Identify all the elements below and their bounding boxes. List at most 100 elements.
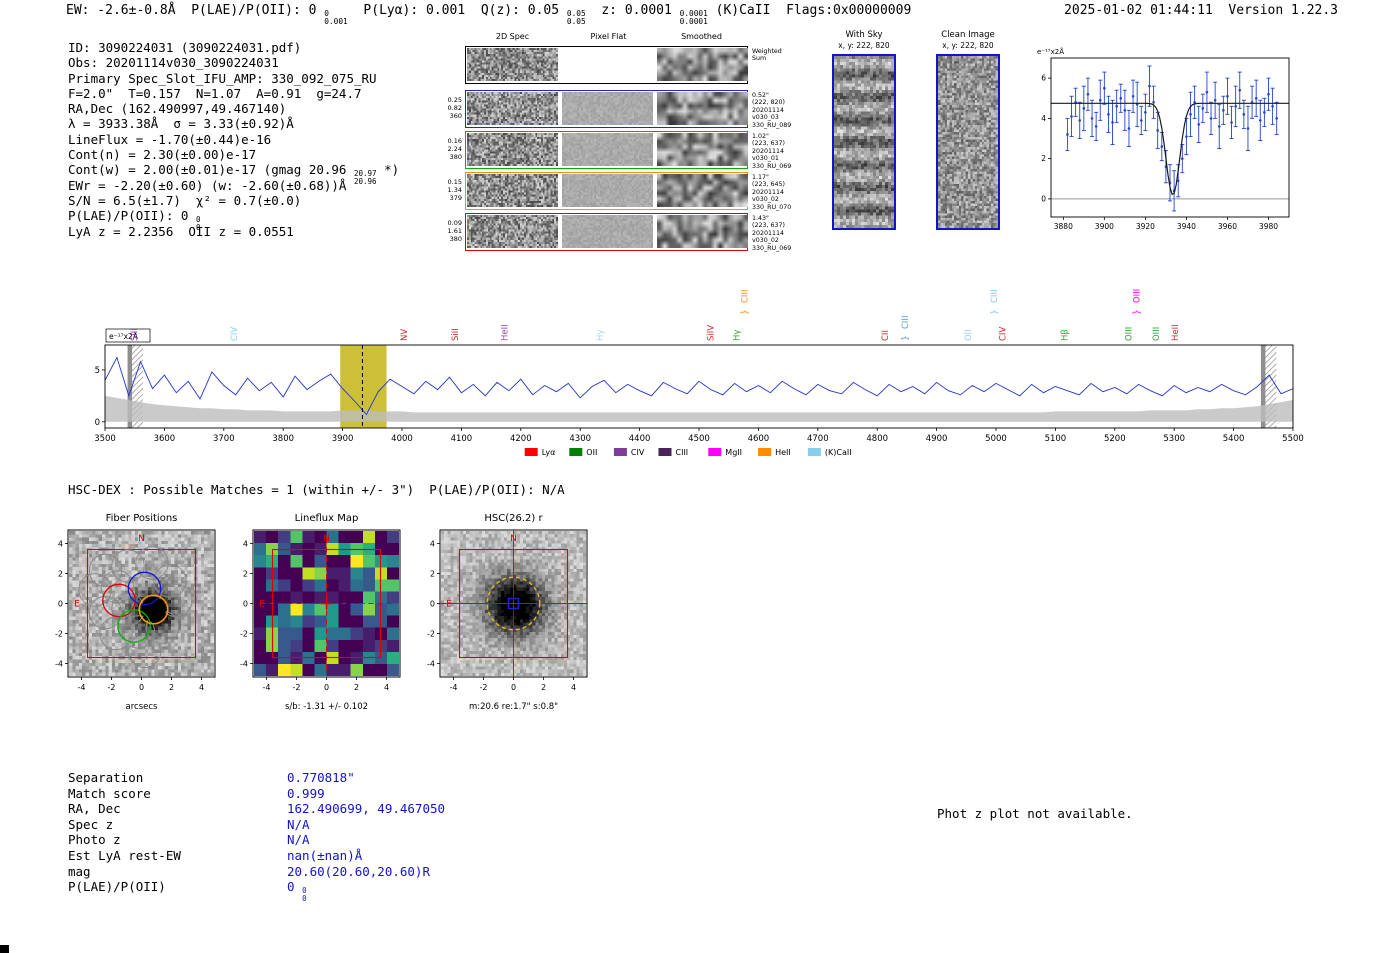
annotation-line: 20201114: [752, 188, 785, 196]
text-segment: Primary Spec_Slot_IFU_AMP: 330_092_075_R…: [68, 70, 377, 86]
weighted-sum-label-line: Weighted: [752, 48, 782, 55]
emission-line-label: SiII: [130, 328, 140, 341]
text-segment: F=2.0" T=0.157 N=1.07 A=0.91 g=24.7: [68, 85, 362, 101]
match-table-value: 20.60(20.60,20.60)R: [287, 864, 430, 880]
weight-value: 2.24: [447, 145, 462, 153]
east-label: E: [259, 600, 265, 610]
weight-value: 360: [449, 112, 462, 120]
data-point: [1258, 119, 1262, 122]
match-table-row: mag 20.60(20.60,20.60)R: [68, 864, 445, 880]
data-point: [1222, 109, 1225, 112]
y-tick-label: 2: [1041, 154, 1046, 163]
lineflux-map-cutout: Lineflux Map -4-4-2-2002244NE s/b: -1.31…: [220, 508, 420, 720]
stack-lower: 0.001: [324, 17, 348, 27]
y-tick-label: 4: [58, 539, 63, 548]
weight-value: 0.15: [447, 178, 462, 186]
x-tick-label: -2: [480, 683, 488, 692]
x-tick-label: -2: [293, 683, 301, 692]
data-point: [1213, 98, 1217, 102]
hscdex-match-line: HSC-DEX : Possible Matches = 1 (within +…: [68, 482, 565, 497]
weight-value: 379: [449, 194, 462, 202]
weight-value: 0.82: [447, 104, 462, 112]
match-table-row: Spec z N/A: [68, 817, 445, 833]
data-point: [1201, 107, 1205, 110]
annotation-line: v030_02: [752, 237, 779, 245]
weighted-sum-label: Weighted Sum: [752, 48, 800, 63]
match-table-label: Spec z: [68, 816, 114, 832]
annotation-line: (223, 645): [752, 181, 785, 189]
legend-label: Lyα: [542, 448, 556, 457]
y-tick-label: 2: [58, 569, 63, 578]
data-point: [1148, 84, 1151, 88]
emission-line-label: SiIV: [706, 325, 716, 341]
data-point: [1086, 92, 1090, 96]
data-point: [1271, 105, 1274, 108]
data-point: [1156, 129, 1159, 132]
annotation-line: (223, 637): [752, 140, 785, 148]
annotation-line: (222, 820): [752, 99, 785, 107]
legend-swatch: [807, 448, 821, 456]
fiber-circle-green: [117, 609, 151, 643]
spec2d-row-annotation: 1.17" (223, 645) 20201114 v030_02 330_RU_070: [752, 174, 800, 211]
x-tick-label: 4700: [807, 434, 829, 444]
match-table-label: Match score: [68, 785, 151, 801]
clean-image-title: Clean Image: [941, 30, 995, 40]
annotation-line: 330_RU_069: [752, 162, 792, 170]
legend-swatch: [708, 448, 722, 456]
weight-value: 1.34: [447, 186, 462, 194]
spec2d-fiber-row: [465, 172, 748, 210]
legend-label: (K)CaII: [825, 448, 852, 457]
text-segment: z: 0.0001: [585, 3, 680, 18]
match-table-value: 0 00: [287, 879, 307, 903]
info-line: Cont(w) = 2.00(±0.01)e-17 (gmag 20.96 20…: [68, 162, 399, 186]
text-segment: (K)CaII Flags:0x00000009: [707, 3, 912, 18]
legend-label: CIII: [676, 448, 689, 457]
data-point: [1119, 96, 1123, 100]
spec2d-row-annotation: 0.52" (222, 820) 20201114 v030_03 330_RU_089: [752, 92, 800, 129]
fiber-circle: [127, 634, 162, 669]
spec2d-row-weights: 0.09 1.61 380: [440, 219, 462, 243]
y-tick-label: 0: [58, 599, 63, 608]
x-tick-label: 4000: [391, 434, 413, 444]
emission-line-label: OIII: [1124, 327, 1134, 341]
x-tick-label: 3700: [213, 434, 235, 444]
x-tick-label: 5100: [1045, 434, 1067, 444]
x-tick-label: 5300: [1163, 434, 1185, 444]
annotation-line: 330_RU_069: [752, 244, 792, 252]
stack-lower: 0.0001: [679, 17, 708, 27]
info-line: EWr = -2.20(±0.60) (w: -2.60(±0.68))Å: [68, 178, 399, 193]
y-tick-label: 2: [243, 569, 248, 578]
x-tick-label: 3800: [272, 434, 294, 444]
weight-value: 380: [449, 235, 462, 243]
x-tick-label: 2: [354, 683, 359, 692]
data-point: [1103, 86, 1106, 90]
y-tick-label: 4: [1041, 114, 1046, 123]
spec2d-col-header-2dspec: 2D Spec: [495, 32, 530, 41]
text-segment: Cont(n) = 2.30(±0.00)e-17: [68, 147, 257, 163]
spec2d-smooth-image: [657, 174, 748, 207]
spec2d-flat-image: [562, 133, 653, 166]
text-segment: 162.490699, 49.467050: [287, 801, 446, 817]
match-table-label: Photo z: [68, 832, 121, 848]
hsc-r-overlay: -4-4-2-2002244NE: [427, 529, 588, 692]
match-table-row: Match score 0.999: [68, 786, 445, 802]
fiber-positions-sublabel: arcsecs: [125, 702, 158, 712]
text-segment: S/N = 6.5(±1.7) χ² = 0.7(±0.0): [68, 192, 302, 208]
spec2d-fiber-row: [465, 213, 748, 251]
x-tick-label: 4400: [629, 434, 651, 444]
stacked-fraction: 00: [302, 887, 307, 903]
data-point: [1123, 109, 1127, 112]
spec2d-spec-image: [467, 92, 558, 125]
info-line: F=2.0" T=0.157 N=1.07 A=0.91 g=24.7: [68, 86, 399, 101]
emission-line-label: CIII: [990, 290, 1000, 303]
text-segment: Cont(w) = 2.00(±0.01)e-17 (gmag 20.96: [68, 162, 354, 178]
match-table-label: Separation: [68, 770, 144, 785]
annotation-line: 20201114: [752, 106, 785, 114]
match-table-label: Est LyA rest-EW: [68, 847, 181, 863]
info-line: RA,Dec (162.490997,49.467140): [68, 101, 399, 116]
data-point: [1131, 94, 1135, 98]
text-segment: N/A: [287, 832, 310, 848]
y-tick-label: -2: [55, 629, 63, 638]
data-point: [1209, 117, 1213, 120]
with-sky-title: With Sky: [845, 30, 883, 40]
